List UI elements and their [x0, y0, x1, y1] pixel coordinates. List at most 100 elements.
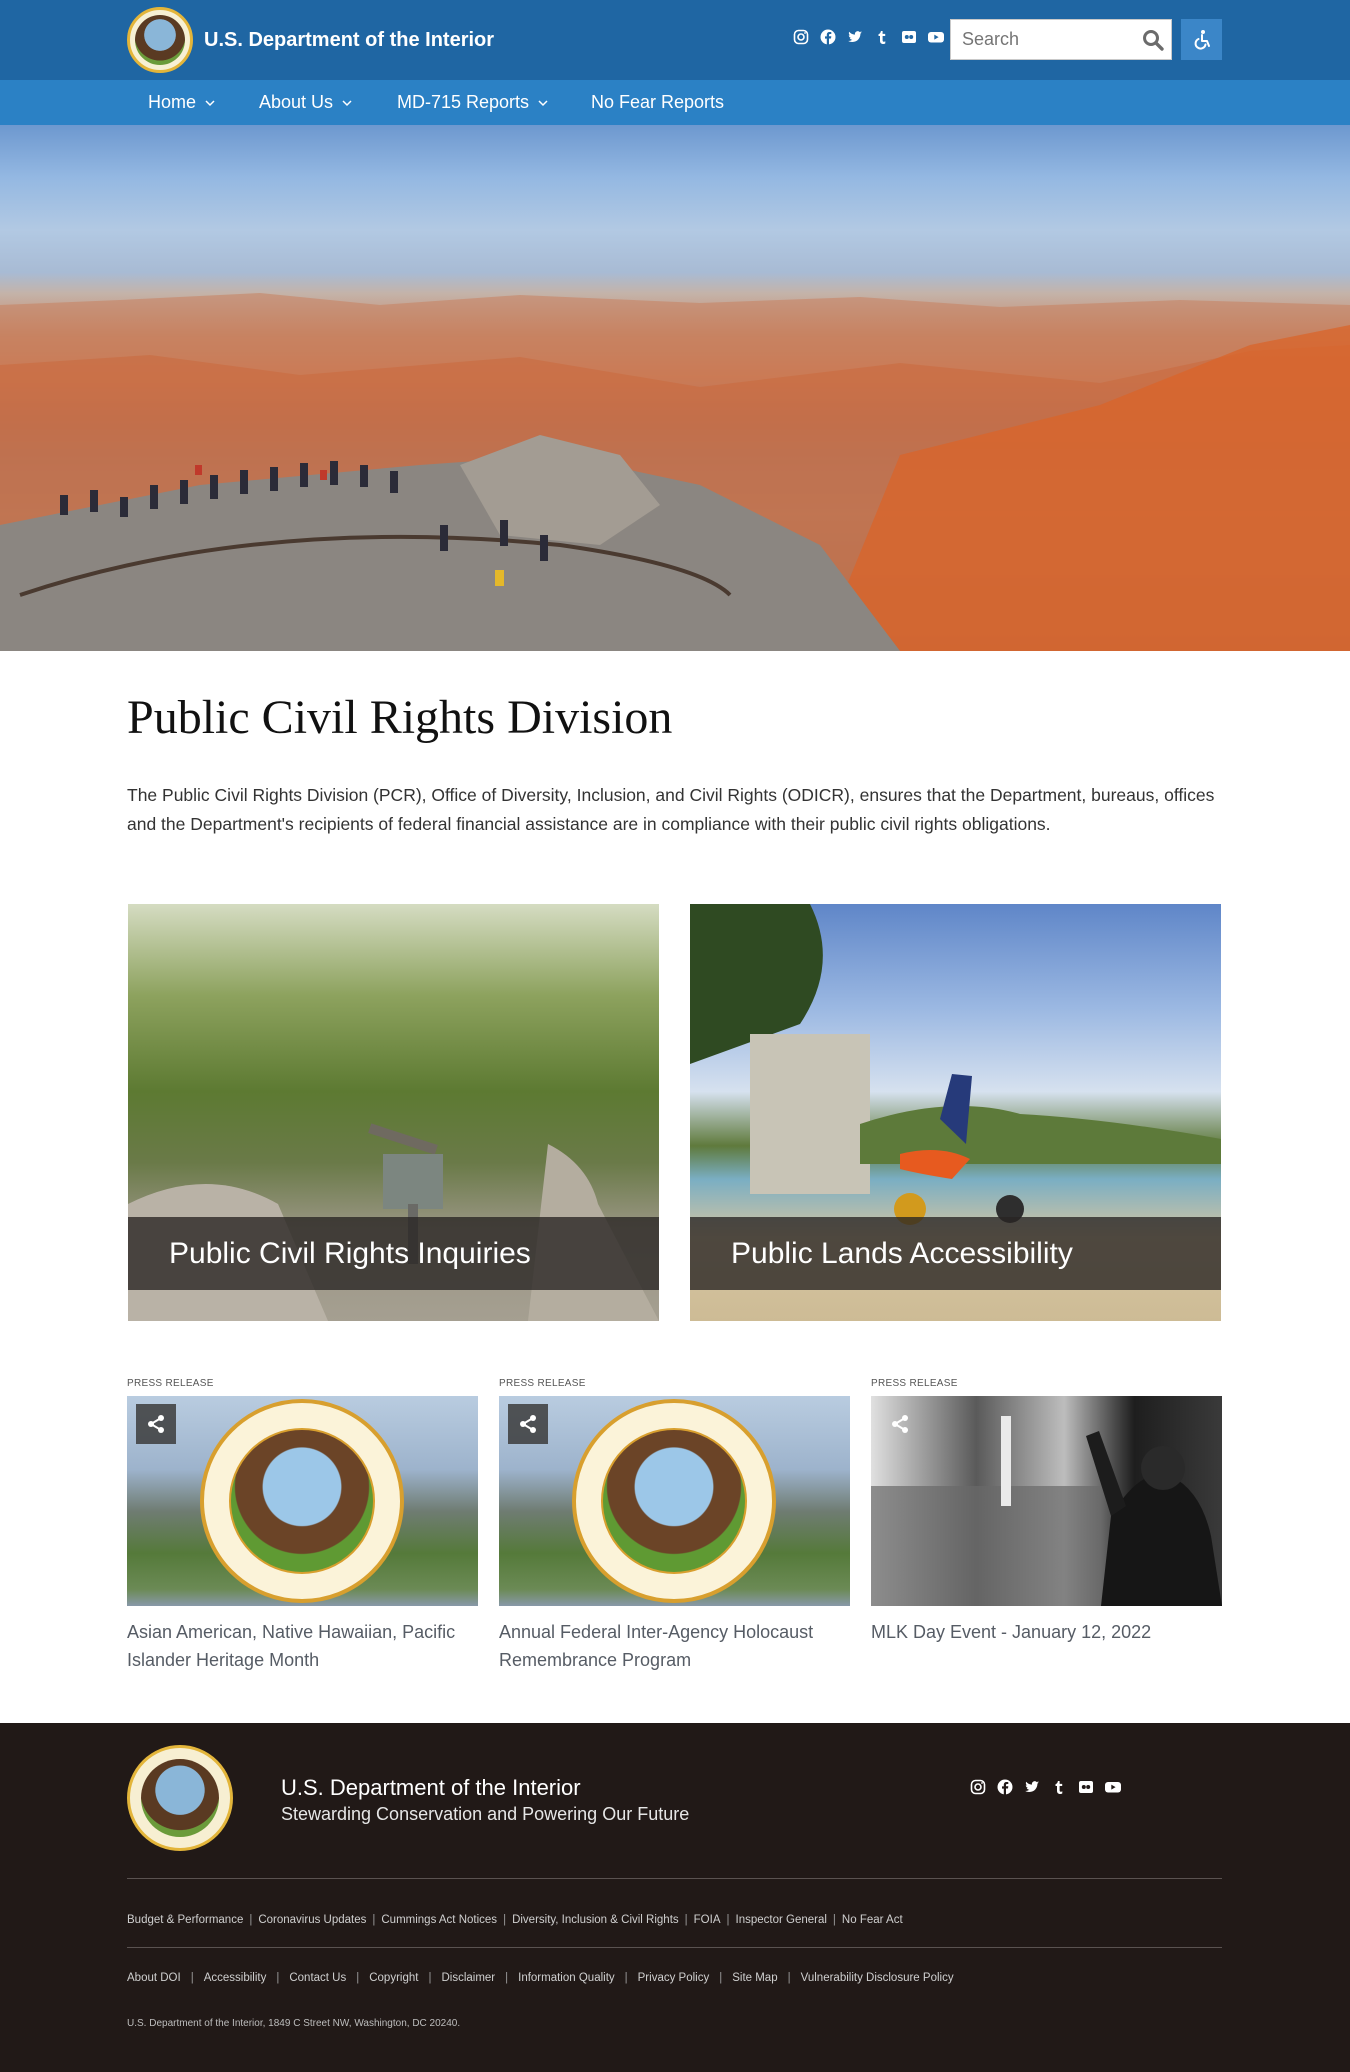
link-separator: | — [503, 1914, 507, 1926]
instagram-icon[interactable] — [969, 1778, 987, 1796]
doi-seal-icon — [572, 1399, 776, 1603]
card-caption: Public Civil Rights Inquiries — [128, 1217, 659, 1290]
footer-address: U.S. Department of the Interior, 1849 C … — [127, 2018, 461, 2029]
youtube-icon[interactable] — [927, 28, 945, 46]
nav-item-about-us[interactable]: About Us — [259, 80, 352, 125]
press-release-tag: PRESS RELEASE — [499, 1378, 586, 1389]
footer-link-contact-us[interactable]: Contact Us — [289, 1972, 346, 1984]
footer-links-primary: Budget & Performance | Coronavirus Update… — [127, 1914, 903, 1926]
twitter-icon[interactable] — [1023, 1778, 1041, 1796]
press-release-card[interactable]: PRESS RELEASE Asian American, Native Haw… — [127, 1378, 478, 1674]
link-separator: | — [832, 1914, 836, 1926]
feature-card-public-lands-accessibility[interactable]: Public Lands Accessibility — [690, 904, 1221, 1321]
footer-link-budget[interactable]: Budget & Performance — [127, 1914, 243, 1926]
press-release-title[interactable]: Asian American, Native Hawaiian, Pacific… — [127, 1618, 478, 1674]
search-input[interactable] — [951, 20, 1131, 59]
link-separator: | — [276, 1972, 280, 1984]
site-footer: U.S. Department of the Interior Stewardi… — [0, 1723, 1350, 2072]
chevron-down-icon — [205, 99, 215, 106]
facebook-icon[interactable] — [996, 1778, 1014, 1796]
nav-item-no-fear-reports[interactable]: No Fear Reports — [591, 80, 724, 125]
link-separator: | — [719, 1972, 723, 1984]
link-separator: | — [356, 1972, 360, 1984]
nav-item-label: Home — [148, 92, 197, 112]
press-release-title[interactable]: Annual Federal Inter-Agency Holocaust Re… — [499, 1618, 850, 1674]
nav-item-label: No Fear Reports — [591, 92, 725, 112]
footer-agency-name: U.S. Department of the Interior — [281, 1775, 581, 1800]
press-release-card[interactable]: PRESS RELEASE Annual Federal Inter-Agenc… — [499, 1378, 850, 1674]
flickr-icon[interactable] — [900, 28, 918, 46]
link-separator: | — [624, 1972, 628, 1984]
footer-tagline: Stewarding Conservation and Powering Our… — [281, 1804, 690, 1824]
link-separator: | — [190, 1972, 194, 1984]
main-nav: Home About Us MD-715 Reports No Fear Rep… — [0, 80, 1350, 125]
footer-link-coronavirus[interactable]: Coronavirus Updates — [258, 1914, 366, 1926]
brand-logo-link[interactable]: U.S. Department of the Interior — [127, 6, 494, 74]
canyon-landscape-illustration — [0, 293, 1350, 651]
footer-link-cummings-act[interactable]: Cummings Act Notices — [381, 1914, 497, 1926]
flickr-icon[interactable] — [1077, 1778, 1095, 1796]
footer-link-inspector-general[interactable]: Inspector General — [736, 1914, 827, 1926]
card-caption: Public Lands Accessibility — [690, 1217, 1221, 1290]
nav-item-home[interactable]: Home — [148, 80, 215, 125]
chevron-down-icon — [538, 99, 548, 106]
search-icon[interactable] — [1141, 28, 1165, 52]
mlk-crowd-photo — [871, 1416, 1222, 1606]
press-release-image — [871, 1396, 1222, 1606]
footer-divider — [127, 1947, 1222, 1948]
nav-item-label: MD-715 Reports — [397, 92, 530, 112]
footer-link-about-doi[interactable]: About DOI — [127, 1972, 181, 1984]
tumblr-icon[interactable] — [873, 28, 891, 46]
nav-item-label: About Us — [259, 92, 334, 112]
doi-seal-icon — [200, 1399, 404, 1603]
tumblr-icon[interactable] — [1050, 1778, 1068, 1796]
footer-link-diversity[interactable]: Diversity, Inclusion & Civil Rights — [512, 1914, 679, 1926]
twitter-icon[interactable] — [846, 28, 864, 46]
brand-name: U.S. Department of the Interior — [204, 28, 495, 51]
search-box — [950, 19, 1172, 60]
nav-item-md715-reports[interactable]: MD-715 Reports — [397, 80, 548, 125]
card-title: Public Civil Rights Inquiries — [169, 1236, 531, 1270]
page-title: Public Civil Rights Division — [127, 691, 673, 744]
press-release-card[interactable]: PRESS RELEASE MLK Day Event - January 12… — [871, 1378, 1222, 1646]
link-separator: | — [372, 1914, 376, 1926]
accessibility-toggle-button[interactable] — [1181, 19, 1222, 60]
share-icon[interactable] — [136, 1404, 176, 1444]
footer-link-accessibility[interactable]: Accessibility — [204, 1972, 267, 1984]
footer-link-copyright[interactable]: Copyright — [369, 1972, 418, 1984]
link-separator: | — [505, 1972, 509, 1984]
footer-link-vulnerability-disclosure[interactable]: Vulnerability Disclosure Policy — [801, 1972, 954, 1984]
top-header: U.S. Department of the Interior — [0, 0, 1350, 80]
share-icon[interactable] — [880, 1404, 920, 1444]
share-icon[interactable] — [508, 1404, 548, 1444]
press-release-image — [499, 1396, 850, 1606]
link-separator: | — [684, 1914, 688, 1926]
header-social-links — [792, 28, 945, 46]
link-separator: | — [787, 1972, 791, 1984]
footer-links-secondary: About DOI | Accessibility | Contact Us | Co… — [127, 1972, 954, 1984]
press-release-image — [127, 1396, 478, 1606]
press-release-tag: PRESS RELEASE — [871, 1378, 958, 1389]
footer-link-information-quality[interactable]: Information Quality — [518, 1972, 615, 1984]
wheelchair-icon — [1194, 29, 1210, 50]
doi-seal-icon — [127, 7, 193, 73]
doi-seal-icon[interactable] — [127, 1745, 233, 1851]
link-separator: | — [726, 1914, 730, 1926]
footer-divider — [127, 1878, 1222, 1879]
instagram-icon[interactable] — [792, 28, 810, 46]
footer-link-disclaimer[interactable]: Disclaimer — [441, 1972, 495, 1984]
footer-link-site-map[interactable]: Site Map — [732, 1972, 777, 1984]
press-release-tag: PRESS RELEASE — [127, 1378, 214, 1389]
chevron-down-icon — [342, 99, 352, 106]
feature-card-civil-rights-inquiries[interactable]: Public Civil Rights Inquiries — [128, 904, 659, 1321]
footer-link-no-fear-act[interactable]: No Fear Act — [842, 1914, 903, 1926]
youtube-icon[interactable] — [1104, 1778, 1122, 1796]
footer-social-links — [969, 1778, 1122, 1796]
footer-link-foia[interactable]: FOIA — [694, 1914, 721, 1926]
card-title: Public Lands Accessibility — [731, 1236, 1073, 1270]
link-separator: | — [249, 1914, 253, 1926]
hero-image — [0, 125, 1350, 651]
press-release-title[interactable]: MLK Day Event - January 12, 2022 — [871, 1618, 1222, 1646]
footer-link-privacy-policy[interactable]: Privacy Policy — [638, 1972, 710, 1984]
facebook-icon[interactable] — [819, 28, 837, 46]
